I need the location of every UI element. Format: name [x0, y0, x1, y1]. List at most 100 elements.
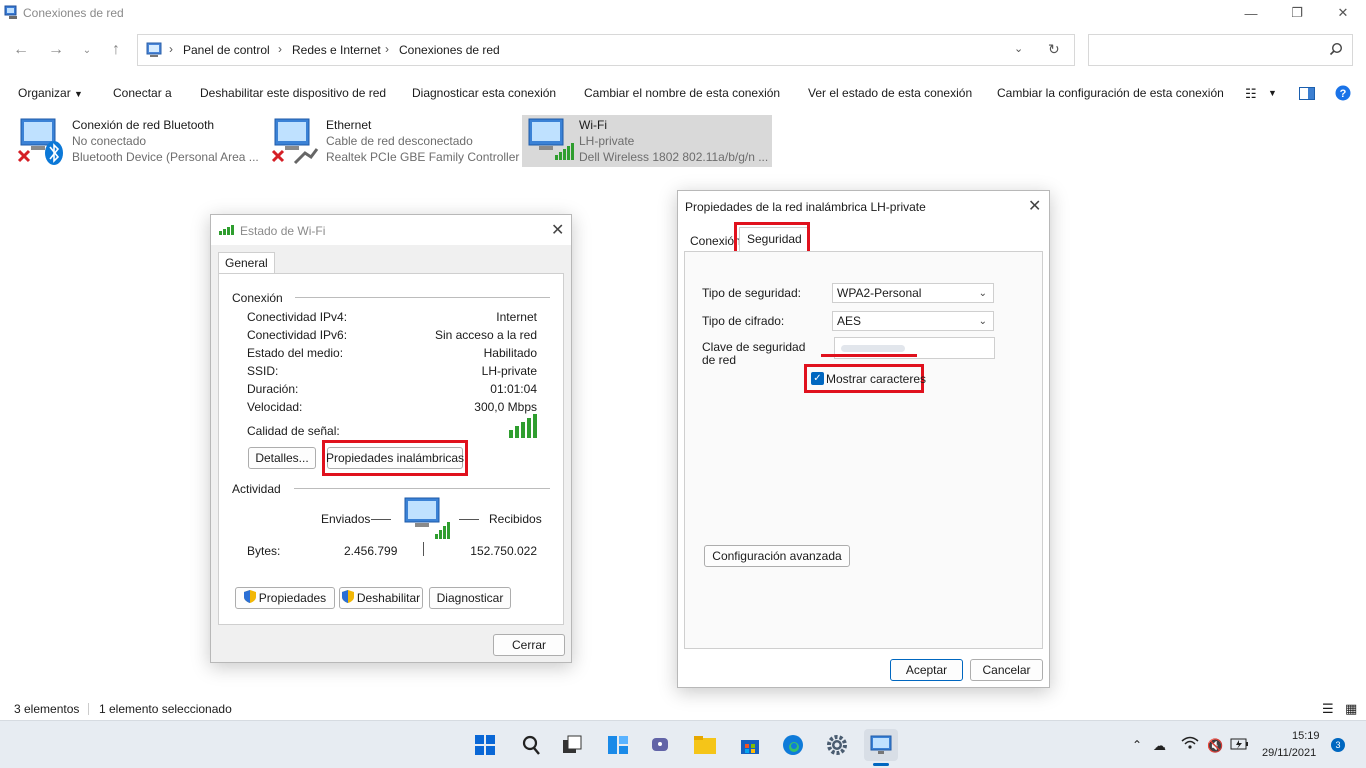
signal-strength-icon — [509, 414, 541, 441]
dialog-close-icon[interactable]: ✕ — [1028, 196, 1041, 216]
command-bar: Organizar ▼ Conectar a Deshabilitar este… — [0, 79, 1366, 107]
recent-locations-chevron-icon[interactable]: ⌄ — [75, 38, 99, 62]
view-status-button[interactable]: Ver el estado de esta conexión — [808, 86, 972, 100]
sent-line — [371, 519, 391, 520]
edge-browser-icon[interactable] — [776, 729, 810, 761]
dialog-title: Propiedades de la red inalámbrica LH-pri… — [685, 200, 926, 214]
help-icon[interactable]: ? — [1335, 85, 1351, 104]
onedrive-cloud-icon[interactable]: ☁ — [1153, 738, 1166, 754]
start-windows-icon[interactable] — [468, 729, 502, 761]
ethernet-connection-item[interactable]: Ethernet Cable de red desconectado Realt… — [271, 115, 521, 167]
item-count: 3 elementos — [14, 702, 80, 716]
show-characters-checkbox[interactable]: ✓ — [811, 372, 824, 385]
notification-badge[interactable]: 3 — [1331, 738, 1345, 752]
view-options-caret-icon[interactable]: ▼ — [1268, 88, 1277, 98]
connection-name: Ethernet — [326, 118, 372, 132]
task-view-icon[interactable] — [555, 729, 589, 761]
change-settings-button[interactable]: Cambiar la configuración de esta conexió… — [997, 86, 1224, 100]
encryption-type-select[interactable]: AES ⌄ — [832, 311, 994, 331]
duration-value: 01:01:04 — [490, 382, 537, 396]
refresh-icon[interactable]: ↻ — [1048, 41, 1060, 58]
properties-button[interactable]: Propiedades — [235, 587, 335, 609]
accept-button[interactable]: Aceptar — [890, 659, 963, 681]
tiles-view-icon[interactable]: ▦ — [1345, 701, 1357, 717]
security-type-select[interactable]: WPA2-Personal ⌄ — [832, 283, 994, 303]
breadcrumb-panel-de-control[interactable]: Panel de control — [183, 43, 270, 57]
dialog-title: Estado de Wi-Fi — [240, 224, 326, 238]
close-dialog-button[interactable]: Cerrar — [493, 634, 565, 656]
general-panel: Conexión Conectividad IPv4: Internet Con… — [218, 273, 564, 625]
minimize-button[interactable]: — — [1228, 0, 1274, 26]
bytes-separator — [423, 542, 424, 556]
wifi-tray-icon[interactable] — [1181, 736, 1199, 753]
breadcrumb-redes-e-internet[interactable]: Redes e Internet — [292, 43, 381, 57]
speed-value: 300,0 Mbps — [474, 400, 537, 414]
connection-name: Conexión de red Bluetooth — [72, 118, 215, 132]
organize-label: Organizar — [18, 86, 71, 100]
teams-chat-icon[interactable] — [644, 729, 678, 761]
section-connection-heading: Conexión — [232, 291, 283, 305]
connect-to-button[interactable]: Conectar a — [113, 86, 172, 100]
activity-computer-icon — [403, 496, 453, 547]
divider — [295, 297, 550, 298]
network-connections-taskbar-icon[interactable] — [864, 729, 898, 761]
preview-pane-icon[interactable] — [1299, 87, 1315, 103]
advanced-settings-button[interactable]: Configuración avanzada — [704, 545, 850, 567]
security-panel: Tipo de seguridad: WPA2-Personal ⌄ Tipo … — [684, 251, 1043, 649]
wifi-signal-icon — [219, 223, 237, 238]
organize-menu[interactable]: Organizar ▼ — [18, 86, 83, 100]
back-arrow-icon[interactable]: ← — [9, 38, 33, 62]
cancel-button[interactable]: Cancelar — [970, 659, 1043, 681]
clock-time[interactable]: 15:19 — [1292, 730, 1320, 742]
details-button[interactable]: Detalles... — [248, 447, 316, 469]
selected-count: 1 elemento seleccionado — [99, 702, 232, 716]
up-arrow-icon[interactable]: ↑ — [104, 38, 128, 62]
volume-muted-icon[interactable]: 🔇 — [1207, 738, 1223, 754]
divider — [88, 703, 89, 715]
search-input[interactable] — [1088, 34, 1353, 66]
show-hidden-icons-chevron-icon[interactable]: ⌃ — [1132, 738, 1142, 752]
address-bar[interactable]: › Panel de control › Redes e Internet › … — [137, 34, 1075, 66]
diagnose-button[interactable]: Diagnosticar — [429, 587, 511, 609]
bytes-sent-value: 2.456.799 — [344, 544, 398, 558]
details-view-icon[interactable]: ☰ — [1322, 701, 1334, 717]
disable-button[interactable]: Deshabilitar — [339, 587, 423, 609]
breadcrumb-conexiones-de-red[interactable]: Conexiones de red — [399, 43, 500, 57]
connection-status: Cable de red desconectado — [326, 134, 473, 148]
properties-label: Propiedades — [258, 591, 327, 605]
battery-charging-icon[interactable] — [1230, 738, 1250, 753]
active-app-indicator — [873, 763, 889, 766]
ipv4-label: Conectividad IPv4: — [247, 310, 348, 324]
ipv4-value: Internet — [496, 310, 537, 324]
address-dropdown-chevron-icon[interactable]: ⌄ — [1014, 42, 1023, 55]
connection-status: LH-private — [579, 134, 635, 148]
diagnose-connection-button[interactable]: Diagnosticar esta conexión — [412, 86, 556, 100]
view-options-icon[interactable]: ☷ — [1245, 86, 1257, 102]
divider — [294, 488, 550, 489]
signal-quality-label: Calidad de señal: — [247, 424, 340, 438]
wireless-properties-button[interactable]: Propiedades inalámbricas — [326, 447, 464, 469]
wifi-connection-item[interactable]: Wi-Fi LH-private Dell Wireless 1802 802.… — [522, 115, 772, 167]
dropdown-caret-icon: ▼ — [74, 89, 83, 99]
disable-device-button[interactable]: Deshabilitar este dispositivo de red — [200, 86, 386, 100]
control-panel-icon — [146, 42, 162, 61]
search-taskbar-icon[interactable] — [514, 729, 548, 761]
clock-date[interactable]: 29/11/2021 — [1262, 747, 1316, 759]
media-state-label: Estado del medio: — [247, 346, 344, 360]
connection-status: No conectado — [72, 134, 147, 148]
show-characters-label[interactable]: Mostrar caracteres — [826, 372, 926, 386]
bluetooth-connection-item[interactable]: Conexión de red Bluetooth No conectado B… — [17, 115, 267, 167]
connection-name: Wi-Fi — [579, 118, 607, 132]
tab-general[interactable]: General — [218, 252, 275, 274]
ipv6-label: Conectividad IPv6: — [247, 328, 348, 342]
forward-arrow-icon[interactable]: → — [44, 38, 68, 62]
maximize-button[interactable]: ❐ — [1274, 0, 1320, 26]
dialog-close-icon[interactable]: ✕ — [551, 220, 564, 240]
close-button[interactable]: ✕ — [1320, 0, 1366, 26]
widgets-icon[interactable] — [601, 729, 635, 761]
settings-gear-icon[interactable] — [820, 729, 854, 761]
search-icon — [1329, 42, 1343, 59]
microsoft-store-icon[interactable] — [733, 729, 767, 761]
rename-connection-button[interactable]: Cambiar el nombre de esta conexión — [584, 86, 780, 100]
file-explorer-icon[interactable] — [688, 729, 722, 761]
